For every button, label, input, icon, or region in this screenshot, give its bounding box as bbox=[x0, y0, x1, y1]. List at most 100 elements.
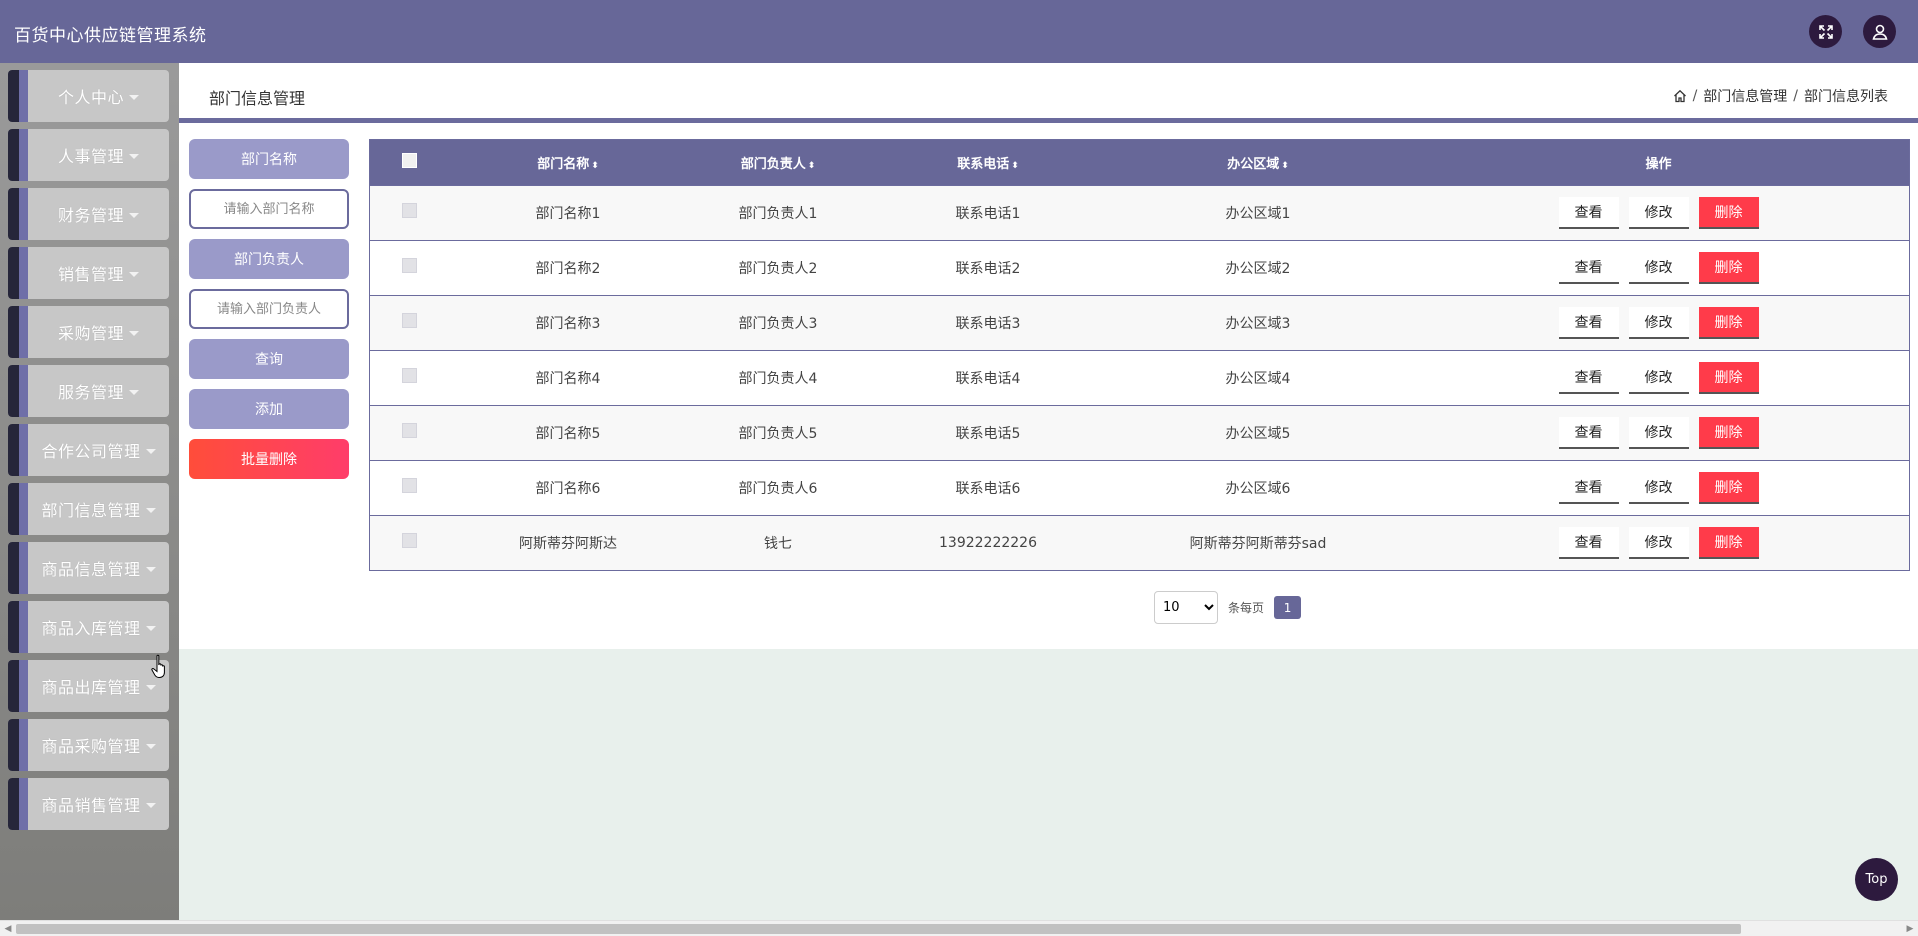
cell-manager: 部门负责人2 bbox=[738, 260, 818, 277]
edit-button[interactable]: 修改 bbox=[1628, 196, 1689, 229]
row-checkbox[interactable] bbox=[401, 313, 417, 328]
scrollbar-thumb[interactable] bbox=[16, 924, 1741, 934]
scroll-right-icon[interactable]: ▶ bbox=[1902, 921, 1918, 936]
sidebar-item-product-sales[interactable]: 商品销售管理 bbox=[8, 778, 169, 830]
sidebar-item-purchase[interactable]: 采购管理 bbox=[8, 306, 169, 358]
sidebar-item-sales[interactable]: 销售管理 bbox=[8, 247, 169, 299]
sidebar-item-service[interactable]: 服务管理 bbox=[8, 365, 169, 417]
user-menu-button[interactable] bbox=[1863, 15, 1896, 48]
column-header-label: 联系电话 bbox=[957, 156, 1010, 172]
menu-stripe bbox=[19, 424, 28, 476]
row-select-cell bbox=[370, 295, 448, 350]
delete-button[interactable]: 删除 bbox=[1698, 526, 1759, 559]
delete-button[interactable]: 删除 bbox=[1698, 361, 1759, 394]
breadcrumb-level1[interactable]: 部门信息管理 bbox=[1703, 86, 1787, 106]
row-action-group: 查看 修改 删除 bbox=[1558, 196, 1759, 229]
cell-actions: 查看 修改 删除 bbox=[1408, 350, 1909, 405]
select-all-checkbox[interactable] bbox=[401, 152, 417, 168]
column-header-phone[interactable]: 联系电话 ⬍ bbox=[868, 140, 1108, 185]
menu-stripe bbox=[8, 129, 19, 181]
horizontal-scrollbar[interactable]: ◀ ▶ bbox=[0, 920, 1918, 936]
column-header-area[interactable]: 办公区域 ⬍ bbox=[1108, 140, 1408, 185]
edit-button[interactable]: 修改 bbox=[1628, 416, 1689, 449]
edit-button[interactable]: 修改 bbox=[1628, 471, 1689, 504]
sidebar-item-partner-company[interactable]: 合作公司管理 bbox=[8, 424, 169, 476]
breadcrumb-level2: 部门信息列表 bbox=[1804, 89, 1888, 105]
delete-button[interactable]: 删除 bbox=[1698, 416, 1759, 449]
view-button[interactable]: 查看 bbox=[1558, 251, 1619, 284]
sort-icon: ⬍ bbox=[591, 160, 599, 171]
sidebar-item-product-inbound[interactable]: 商品入库管理 bbox=[8, 601, 169, 653]
caret-down-icon bbox=[129, 212, 139, 218]
menu-stripe bbox=[8, 542, 19, 594]
query-button[interactable]: 查询 bbox=[189, 339, 349, 379]
sidebar-item-row: 人事管理 bbox=[28, 129, 169, 181]
sidebar-item-label: 商品信息管理 bbox=[41, 560, 141, 579]
caret-down-icon bbox=[145, 743, 156, 749]
sidebar-item-finance[interactable]: 财务管理 bbox=[8, 188, 169, 240]
row-checkbox[interactable] bbox=[401, 423, 417, 438]
cell-phone: 联系电话5 bbox=[955, 425, 1021, 442]
view-button[interactable]: 查看 bbox=[1558, 306, 1619, 339]
sidebar-item-hr[interactable]: 人事管理 bbox=[8, 129, 169, 181]
row-checkbox[interactable] bbox=[401, 368, 417, 383]
column-header-label: 部门负责人 bbox=[740, 156, 806, 172]
row-select-cell bbox=[370, 350, 448, 405]
sidebar-item-label: 合作公司管理 bbox=[41, 442, 141, 461]
pagination: 10 条每页 1 bbox=[1154, 591, 1302, 624]
scroll-left-icon[interactable]: ◀ bbox=[0, 921, 16, 936]
menu-stripe bbox=[8, 306, 19, 358]
department-manager-input[interactable] bbox=[189, 289, 349, 329]
department-name-input[interactable] bbox=[189, 189, 349, 229]
caret-down-icon bbox=[145, 802, 156, 808]
back-to-top-button[interactable]: Top bbox=[1855, 858, 1898, 901]
caret-down-icon bbox=[145, 566, 156, 572]
main-panel: 部门信息管理 / 部门信息管理 / 部门信息列表 部门名称 部门负责人 查询 添… bbox=[179, 63, 1918, 649]
column-header-name[interactable]: 部门名称 ⬍ bbox=[448, 140, 688, 185]
cell-name: 部门名称2 bbox=[535, 260, 601, 277]
sort-icon: ⬍ bbox=[1281, 160, 1289, 171]
row-checkbox[interactable] bbox=[401, 478, 417, 493]
menu-stripe bbox=[19, 129, 28, 181]
caret-down-icon bbox=[129, 94, 139, 100]
sidebar-item-product-purchase[interactable]: 商品采购管理 bbox=[8, 719, 169, 771]
view-button[interactable]: 查看 bbox=[1558, 196, 1619, 229]
row-checkbox[interactable] bbox=[401, 203, 417, 218]
fullscreen-button[interactable] bbox=[1809, 15, 1842, 48]
view-button[interactable]: 查看 bbox=[1558, 471, 1619, 504]
sidebar-item-product-info[interactable]: 商品信息管理 bbox=[8, 542, 169, 594]
delete-button[interactable]: 删除 bbox=[1698, 471, 1759, 504]
cell-area: 办公区域3 bbox=[1225, 315, 1291, 332]
cell-area: 阿斯蒂芬阿斯蒂芬sad bbox=[1189, 535, 1327, 552]
delete-button[interactable]: 删除 bbox=[1698, 251, 1759, 284]
batch-delete-button[interactable]: 批量删除 bbox=[189, 439, 349, 479]
row-checkbox[interactable] bbox=[401, 533, 417, 549]
view-button[interactable]: 查看 bbox=[1558, 416, 1619, 449]
row-action-group: 查看 修改 删除 bbox=[1558, 306, 1759, 339]
sidebar-item-product-outbound[interactable]: 商品出库管理 bbox=[8, 660, 169, 712]
page-header: 部门信息管理 / 部门信息管理 / 部门信息列表 bbox=[179, 63, 1918, 123]
sort-icon: ⬍ bbox=[1011, 160, 1019, 171]
table-row: 部门名称2 部门负责人2 联系电话2 办公区域2 查看 修改 删除 bbox=[370, 240, 1909, 295]
cell-actions: 查看 修改 删除 bbox=[1408, 460, 1909, 515]
page-number-button[interactable]: 1 bbox=[1274, 596, 1302, 619]
sidebar-item-department[interactable]: 部门信息管理 bbox=[8, 483, 169, 535]
delete-button[interactable]: 删除 bbox=[1698, 306, 1759, 339]
sort-icon: ⬍ bbox=[807, 160, 816, 171]
home-icon[interactable] bbox=[1673, 89, 1687, 103]
edit-button[interactable]: 修改 bbox=[1628, 251, 1689, 284]
edit-button[interactable]: 修改 bbox=[1628, 306, 1689, 339]
edit-button[interactable]: 修改 bbox=[1628, 526, 1689, 559]
view-button[interactable]: 查看 bbox=[1558, 526, 1619, 559]
view-button[interactable]: 查看 bbox=[1558, 361, 1619, 394]
cell-name: 部门名称5 bbox=[535, 425, 601, 442]
edit-button[interactable]: 修改 bbox=[1628, 361, 1689, 394]
delete-button[interactable]: 删除 bbox=[1698, 196, 1759, 229]
caret-down-icon bbox=[129, 153, 139, 159]
sidebar-item-personal-center[interactable]: 个人中心 bbox=[8, 70, 169, 122]
row-checkbox[interactable] bbox=[401, 258, 417, 273]
breadcrumb-separator: / bbox=[1793, 88, 1798, 104]
page-size-select[interactable]: 10 bbox=[1154, 591, 1218, 624]
column-header-manager[interactable]: 部门负责人 ⬍ bbox=[688, 140, 868, 185]
add-button[interactable]: 添加 bbox=[189, 389, 349, 429]
